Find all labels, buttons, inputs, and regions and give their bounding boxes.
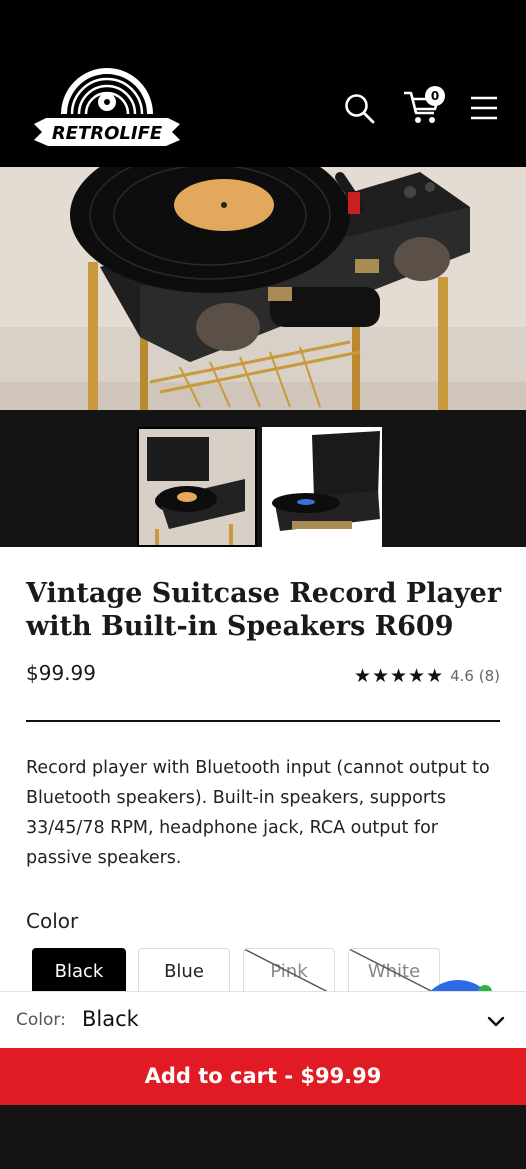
thumbnail-image: [262, 427, 382, 547]
select-label: Color:: [16, 1010, 66, 1030]
color-option-white[interactable]: White: [348, 948, 440, 996]
add-to-cart-button[interactable]: Add to cart - $99.99: [0, 1048, 526, 1105]
product-main-image[interactable]: [0, 167, 526, 410]
color-option-text: Pink: [270, 961, 308, 982]
retrolife-logo[interactable]: RETROLIFE: [26, 60, 188, 156]
product-rating[interactable]: ★★★★★ 4.6 (8): [354, 665, 500, 687]
color-option-text: Black: [54, 961, 104, 982]
sticky-color-select[interactable]: Color: Black: [0, 991, 526, 1048]
product-title: Vintage Suitcase Record Player with Buil…: [26, 578, 502, 642]
color-option-blue[interactable]: Blue: [138, 948, 230, 996]
product-details: Vintage Suitcase Record Player with Buil…: [0, 547, 526, 996]
cart-count-badge: 0: [425, 86, 445, 106]
bottom-bar: [0, 1105, 526, 1169]
product-price: $99.99: [26, 661, 96, 685]
color-option-pink[interactable]: Pink: [243, 948, 335, 996]
color-option-text: Blue: [164, 961, 204, 982]
select-value: Black: [82, 1007, 139, 1031]
rating-text: 4.6 (8): [450, 667, 500, 685]
product-thumbnail-2[interactable]: [262, 427, 382, 547]
search-icon[interactable]: [343, 92, 375, 124]
thumbnail-image: [139, 429, 255, 545]
site-header: RETROLIFE 0: [0, 0, 526, 167]
logo-text: RETROLIFE: [52, 123, 163, 144]
color-option-black[interactable]: Black: [32, 948, 126, 996]
chevron-down-icon: [487, 1016, 505, 1027]
rating-stars: ★★★★★: [353, 665, 445, 687]
product-description: Record player with Bluetooth input (cann…: [26, 758, 490, 868]
menu-icon[interactable]: [470, 94, 498, 122]
color-option-label: Color: [26, 909, 79, 933]
divider: [26, 720, 500, 722]
product-thumbnail-1[interactable]: [137, 427, 257, 547]
color-option-text: White: [367, 961, 421, 982]
